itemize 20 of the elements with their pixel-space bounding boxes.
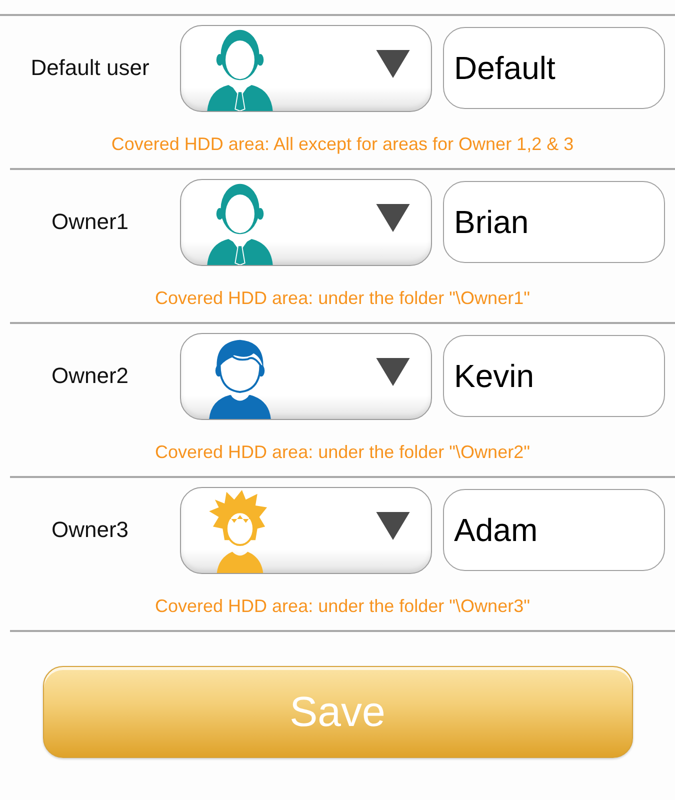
avatar-dropdown[interactable] [180,332,432,420]
coverage-note: Covered HDD area: under the folder "\Owner1" [154,287,531,310]
avatar-dropdown[interactable] [180,178,432,266]
avatar-dropdown[interactable] [180,24,432,112]
caret-icon [375,512,411,540]
user-label: Owner1 [51,209,129,235]
caret-icon [375,358,411,386]
coverage-note: Covered HDD area: under the folder "\Owner3" [154,595,531,618]
user-label: Default user [30,55,150,81]
avatar-dropdown[interactable] [180,486,432,574]
coverage-note: Covered HDD area: All except for areas for Owner 1,2 & 3 [110,133,575,156]
user-label: Owner2 [51,363,129,389]
coverage-note: Covered HDD area: under the folder "\Owner2" [154,441,531,464]
name-field[interactable]: Default [443,27,665,109]
name-field[interactable]: Kevin [443,335,665,417]
user-label: Owner3 [51,517,129,543]
name-field[interactable]: Brian [443,181,665,263]
caret-icon [375,204,411,232]
caret-icon [375,50,411,78]
name-field[interactable]: Adam [443,489,665,571]
